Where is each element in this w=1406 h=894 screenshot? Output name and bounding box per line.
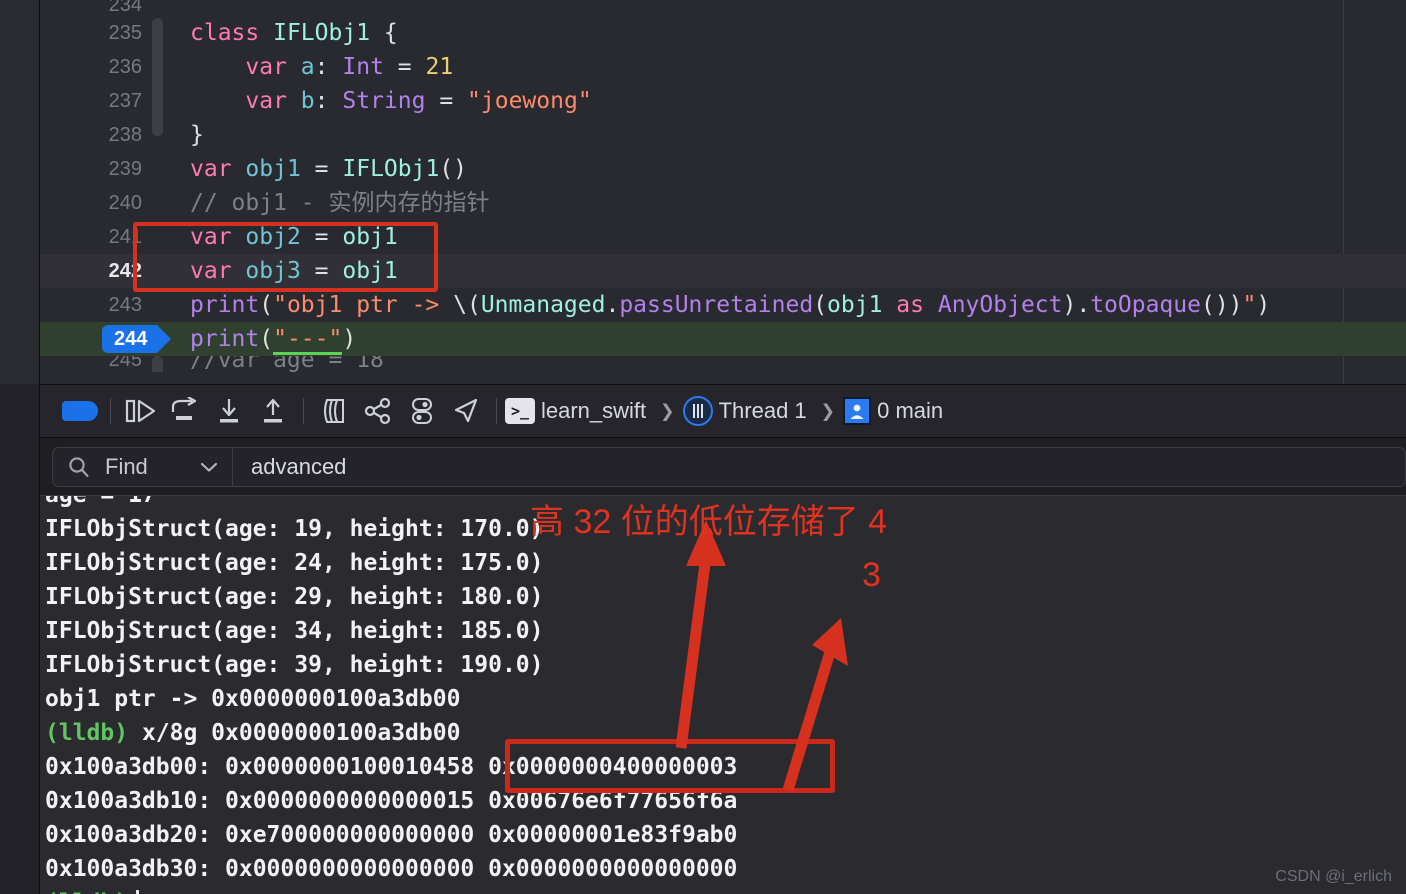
line-number: 241	[108, 226, 142, 248]
breakpoint-badge[interactable]: 244	[102, 325, 172, 353]
code-text: var a: Int = 21	[245, 54, 454, 80]
annotation-text-top: 高 32 位的低位存储了 4	[530, 503, 888, 541]
find-input[interactable]: advanced	[233, 454, 346, 480]
environment-overrides-icon[interactable]	[400, 391, 444, 431]
console-line-prompt: (lldb) x/8g 0x0000000100a3db00	[40, 716, 1406, 750]
code-row-238[interactable]: 238 }	[40, 118, 1406, 152]
debug-toolbar: >_ learn_swift ❯ Thread 1 ❯ 0 main	[40, 384, 1406, 438]
step-out-icon[interactable]	[251, 391, 295, 431]
code-text: print("obj1 ptr -> \(Unmanaged.passUnret…	[190, 292, 1271, 318]
console-line: IFLObjStruct(age: 34, height: 185.0)	[45, 618, 544, 644]
console-line: IFLObjStruct(age: 24, height: 175.0)	[45, 550, 544, 576]
toolbar-divider	[496, 398, 497, 424]
breakpoint-toggle-icon[interactable]	[58, 391, 102, 431]
search-icon	[69, 456, 89, 477]
code-row-237[interactable]: 237 var b: String = "joewong"	[40, 84, 1406, 118]
chevron-down-icon	[200, 462, 218, 472]
step-into-icon[interactable]	[207, 391, 251, 431]
text-cursor	[136, 890, 140, 894]
xcode-window: 234 235 class IFLObj1 { 236 var a: Int =…	[0, 0, 1406, 894]
code-text: }	[190, 122, 204, 148]
line-number: 240	[108, 192, 142, 214]
line-number: 236	[108, 56, 142, 78]
console-process-icon: >_	[505, 398, 535, 424]
console-line: 0x100a3db00: 0x0000000100010458 0x000000…	[45, 754, 738, 780]
breadcrumb-chevron-icon: ❯	[820, 397, 836, 425]
code-row-245[interactable]: 245 //var age = 18	[40, 356, 1406, 372]
console-line: IFLObjStruct(age: 39, height: 190.0)	[45, 652, 544, 678]
annotation-text-right: 3	[862, 556, 881, 594]
line-number: 238	[108, 124, 142, 146]
lldb-prompt: (lldb)	[45, 720, 129, 746]
lldb-command: x/8g 0x0000000100a3db00	[128, 720, 461, 746]
breadcrumb-chevron-icon: ❯	[660, 397, 675, 425]
console-line-prompt-active[interactable]: (lldb)	[40, 886, 1406, 894]
find-field-group[interactable]: Find advanced	[52, 446, 1406, 487]
code-row-236[interactable]: 236 var a: Int = 21	[40, 50, 1406, 84]
code-row-235[interactable]: 235 class IFLObj1 {	[40, 16, 1406, 136]
code-row-243[interactable]: 243 print("obj1 ptr -> \(Unmanaged.passU…	[40, 288, 1406, 322]
code-text: var obj2 = obj1	[190, 224, 398, 250]
find-scope-label: Find	[105, 453, 148, 479]
source-editor[interactable]: 234 235 class IFLObj1 { 236 var a: Int =…	[40, 0, 1406, 384]
console-line: IFLObjStruct(age: 29, height: 180.0)	[45, 584, 544, 610]
find-bar: Find advanced	[40, 438, 1406, 496]
lldb-prompt: (lldb)	[45, 890, 128, 894]
breadcrumb-process[interactable]: learn_swift	[541, 398, 646, 424]
find-scope-dropdown[interactable]: Find	[53, 447, 233, 486]
code-text: //var age = 18	[190, 356, 384, 372]
code-row-241[interactable]: 241 var obj2 = obj1	[40, 220, 1406, 254]
code-row-239[interactable]: 239 var obj1 = IFLObj1()	[40, 152, 1406, 186]
line-number: 239	[108, 158, 142, 180]
code-folding-bar[interactable]	[152, 356, 163, 372]
console-line: 0x100a3db30: 0x0000000000000000 0x000000…	[45, 856, 738, 882]
code-text: // obj1 - 实例内存的指针	[190, 190, 490, 216]
line-number: 235	[108, 22, 142, 44]
step-over-icon[interactable]	[163, 391, 207, 431]
code-text: var b: String = "joewong"	[245, 88, 592, 114]
code-row-240[interactable]: 240 // obj1 - 实例内存的指针	[40, 186, 1406, 220]
console-line: obj1 ptr -> 0x0000000100a3db00	[45, 686, 461, 712]
continue-icon[interactable]	[119, 391, 163, 431]
debug-console[interactable]: age = 17 IFLObjStruct(age: 19, height: 1…	[40, 496, 1406, 894]
watermark: CSDN @i_erlich	[1275, 868, 1392, 885]
code-text: var obj1 = IFLObj1()	[190, 156, 468, 182]
line-number: 245	[108, 356, 142, 371]
left-rail-divider	[0, 0, 40, 894]
stack-frame-icon	[843, 397, 872, 425]
view-hierarchy-icon[interactable]	[312, 391, 356, 431]
simulate-location-icon[interactable]	[444, 391, 488, 431]
console-line: 0x100a3db10: 0x0000000000000015 0x00676e…	[45, 788, 738, 814]
code-row-244[interactable]: 244 print("---")	[40, 322, 1406, 356]
memory-graph-icon[interactable]	[356, 391, 400, 431]
thread-icon	[682, 396, 713, 426]
toolbar-divider	[110, 398, 111, 424]
line-number: 234	[108, 0, 142, 16]
code-text: class IFLObj1 {	[190, 20, 398, 46]
toolbar-divider	[303, 398, 304, 424]
console-line: 0x100a3db20: 0xe700000000000000 0x000000…	[45, 822, 738, 848]
code-text: print("---")	[190, 322, 356, 356]
code-text: var obj3 = obj1	[190, 258, 398, 284]
line-number: 237	[108, 90, 142, 112]
line-number: 242	[108, 260, 142, 282]
breadcrumb-frame[interactable]: 0 main	[877, 398, 943, 424]
line-number: 243	[108, 294, 142, 316]
breadcrumb-thread[interactable]: Thread 1	[719, 398, 807, 424]
code-row-242[interactable]: 242 var obj3 = obj1	[40, 254, 1406, 288]
code-row-234[interactable]: 234	[40, 0, 1406, 16]
